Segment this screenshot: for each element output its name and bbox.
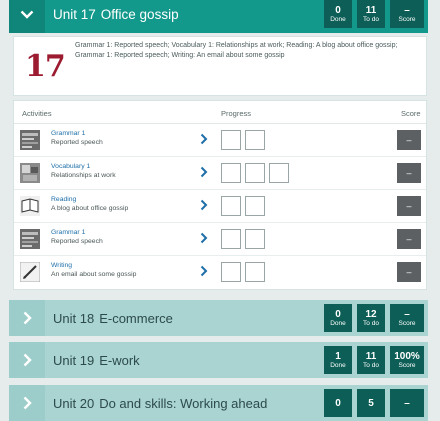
- activity-title[interactable]: Reading: [51, 196, 76, 203]
- chevron-right-icon[interactable]: [200, 232, 208, 244]
- unit-18-header[interactable]: Unit 18 E-commerce 0 Done 12 To do – Score: [9, 300, 428, 336]
- grammar-icon: [20, 130, 40, 150]
- progress-label: Progress: [221, 109, 252, 118]
- activities-panel: Activities Progress Score Grammar 1 Repo…: [13, 100, 427, 290]
- activity-subtitle: Reported speech: [51, 139, 103, 146]
- activity-subtitle: A blog about office gossip: [51, 205, 129, 212]
- score-label: Score: [401, 109, 421, 118]
- unit-title: Unit 20 Do and skills: Working ahead: [53, 395, 268, 411]
- score-value: –: [390, 389, 424, 417]
- done-count: 1 Done: [324, 346, 352, 374]
- todo-count: 11 To do: [357, 346, 385, 374]
- score-button[interactable]: –: [397, 229, 421, 249]
- progress-boxes: [221, 196, 269, 216]
- chevron-down-icon[interactable]: [9, 0, 45, 33]
- todo-count: 12 To do: [357, 304, 385, 332]
- chevron-right-icon[interactable]: [9, 300, 45, 336]
- progress-boxes: [221, 130, 269, 150]
- done-count: 0 Done: [324, 0, 352, 28]
- unit-title: Unit 18 E-commerce: [53, 310, 173, 326]
- progress-boxes: [221, 163, 293, 183]
- unit-summary: Grammar 1: Reported speech; Vocabulary 1…: [75, 42, 398, 59]
- score-value: 100% Score: [390, 346, 424, 374]
- score-button[interactable]: –: [397, 130, 421, 150]
- activity-title[interactable]: Writing: [51, 262, 72, 269]
- activity-title[interactable]: Grammar 1: [51, 130, 85, 137]
- unit-17-header[interactable]: Unit 17 Office gossip 0 Done 11 To do – Scor…: [9, 0, 428, 33]
- chevron-right-icon[interactable]: [200, 199, 208, 211]
- progress-boxes: [221, 262, 269, 282]
- activity-row-writing[interactable]: Writing An email about some gossip –: [14, 256, 426, 288]
- activity-row-reading[interactable]: Reading A blog about office gossip –: [14, 190, 426, 223]
- activity-title[interactable]: Grammar 1: [51, 229, 85, 236]
- activity-subtitle: An email about some gossip: [51, 271, 137, 278]
- chevron-right-icon[interactable]: [200, 133, 208, 145]
- progress-boxes: [221, 229, 269, 249]
- activity-row-grammar-1b[interactable]: Grammar 1 Reported speech –: [14, 223, 426, 256]
- activity-subtitle: Reported speech: [51, 238, 103, 245]
- activity-title[interactable]: Vocabulary 1: [51, 163, 90, 170]
- score-value: – Score: [390, 304, 424, 332]
- grammar-icon: [20, 229, 40, 249]
- vocabulary-icon: [20, 163, 40, 183]
- score-button[interactable]: –: [397, 196, 421, 216]
- chevron-right-icon[interactable]: [9, 342, 45, 378]
- activity-subtitle: Relationships at work: [51, 172, 116, 179]
- score-value: – Score: [390, 0, 424, 28]
- activity-row-vocabulary-1[interactable]: Vocabulary 1 Relationships at work –: [14, 157, 426, 190]
- unit-20-header[interactable]: Unit 20 Do and skills: Working ahead 0 5 …: [9, 385, 428, 421]
- chevron-right-icon[interactable]: [9, 385, 45, 421]
- done-count: 0: [324, 389, 352, 417]
- unit-number: 17: [25, 49, 66, 84]
- activity-row-grammar-1[interactable]: Grammar 1 Reported speech –: [14, 124, 426, 157]
- unit-overview: 17 Grammar 1: Reported speech; Vocabular…: [13, 36, 427, 96]
- unit-title: Unit 17 Office gossip: [53, 6, 179, 22]
- todo-count: 5: [357, 389, 385, 417]
- unit-title: Unit 19 E-work: [53, 352, 140, 368]
- chevron-right-icon[interactable]: [200, 166, 208, 178]
- score-button[interactable]: –: [397, 163, 421, 183]
- chevron-right-icon[interactable]: [200, 265, 208, 277]
- todo-count: 11 To do: [357, 0, 385, 28]
- activities-header: Activities Progress Score: [14, 101, 426, 124]
- reading-icon: [20, 196, 40, 216]
- activities-label: Activities: [22, 109, 52, 118]
- done-count: 0 Done: [324, 304, 352, 332]
- score-button[interactable]: –: [397, 262, 421, 282]
- writing-icon: [20, 262, 40, 282]
- unit-19-header[interactable]: Unit 19 E-work 1 Done 11 To do 100% Score: [9, 342, 428, 378]
